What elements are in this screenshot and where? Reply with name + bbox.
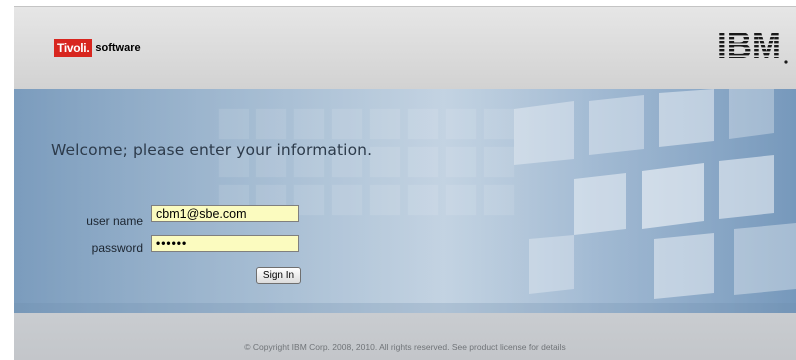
password-input[interactable]: •••••• bbox=[151, 235, 299, 252]
password-label: password bbox=[91, 241, 143, 255]
header-bar: Tivoli. software IBM bbox=[14, 6, 796, 90]
sign-in-button[interactable]: Sign In bbox=[256, 267, 301, 284]
ibm-logo: IBM bbox=[716, 25, 790, 67]
tivoli-software-logo: Tivoli. software bbox=[54, 39, 141, 57]
footer-bar: © Copyright IBM Corp. 2008, 2010. All ri… bbox=[14, 313, 796, 360]
copyright-notice: © Copyright IBM Corp. 2008, 2010. All ri… bbox=[244, 342, 566, 352]
software-logo-word: software bbox=[95, 42, 141, 54]
username-label: user name bbox=[86, 214, 143, 228]
tivoli-logo-box: Tivoli. bbox=[54, 39, 93, 57]
username-input[interactable]: cbm1@sbe.com bbox=[151, 205, 299, 222]
login-hero-panel: Welcome; please enter your information. … bbox=[14, 89, 796, 313]
welcome-message: Welcome; please enter your information. bbox=[51, 141, 373, 159]
login-page: Tivoli. software IBM bbox=[14, 6, 796, 360]
hero-background-art bbox=[14, 89, 796, 313]
